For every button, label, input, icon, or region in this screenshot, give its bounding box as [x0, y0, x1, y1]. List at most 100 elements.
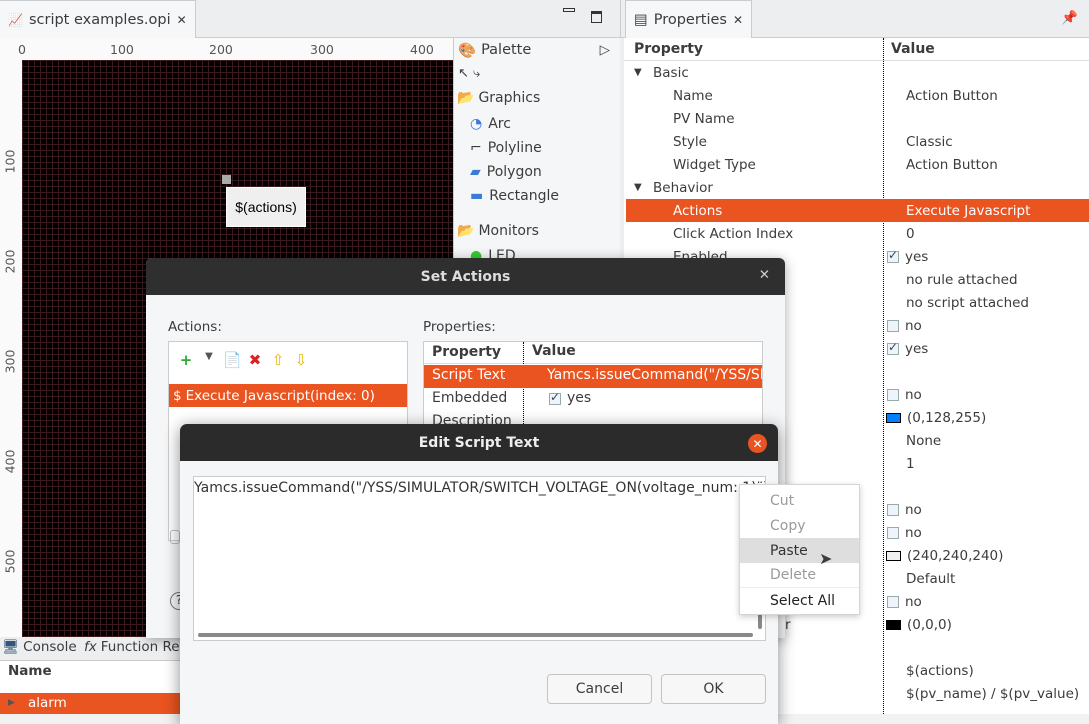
- palette-item-rectangle[interactable]: ▬ Rectangle: [470, 184, 559, 208]
- delete-icon[interactable]: ✖: [246, 351, 264, 369]
- property-value: no: [905, 386, 922, 403]
- add-icon[interactable]: +: [177, 351, 195, 369]
- palette-group-graphics[interactable]: 📂 Graphics: [457, 90, 540, 106]
- checkbox[interactable]: [887, 340, 899, 355]
- color-swatch: [886, 619, 901, 630]
- property-name: Behavior: [653, 179, 713, 196]
- expand-icon[interactable]: ▼: [634, 67, 642, 78]
- actions-label: Actions:: [168, 319, 222, 335]
- menu-cut[interactable]: Cut: [740, 488, 859, 513]
- tab-console[interactable]: 🖥 Console: [2, 639, 77, 655]
- property-value: Classic: [906, 133, 953, 150]
- property-value: yes: [905, 340, 929, 357]
- edit-script-titlebar: Edit Script Text: [180, 424, 778, 461]
- embedded-checkbox[interactable]: [549, 390, 561, 405]
- property-row[interactable]: Actions Execute Javascript: [626, 199, 1089, 222]
- property-name: PV Name: [673, 110, 735, 127]
- editor-tabbar: 📈 script examples.opi ✕: [0, 0, 620, 38]
- tab-function-reference[interactable]: fx Function Re: [84, 639, 180, 655]
- palette-item-polygon[interactable]: ▰ Polygon: [470, 160, 542, 184]
- property-row[interactable]: Click Action Index 0: [626, 222, 1089, 245]
- tree-row-alarm[interactable]: ▸ alarm: [0, 693, 200, 714]
- folder-icon: 📂: [457, 90, 475, 106]
- horizontal-scrollbar[interactable]: [198, 633, 753, 637]
- checkbox[interactable]: [887, 248, 899, 263]
- palette-item-polyline[interactable]: ⌐ Polyline: [470, 136, 542, 160]
- col-value: Value: [891, 41, 935, 57]
- move-down-icon[interactable]: ⇩: [292, 351, 310, 369]
- checkbox[interactable]: [887, 319, 899, 332]
- context-menu: Cut Copy Paste Delete Select All: [739, 484, 860, 615]
- property-value: no rule attached: [906, 271, 1018, 288]
- script-textarea[interactable]: Yamcs.issueCommand("/YSS/SIMULATOR/SWITC…: [193, 476, 766, 641]
- edit-script-dialog: Edit Script Text ✕ Yamcs.issueCommand("/…: [180, 424, 778, 724]
- property-row[interactable]: Widget Type Action Button: [626, 153, 1089, 176]
- properties-label: Properties:: [423, 319, 496, 335]
- row-script-text[interactable]: Script Text Yamcs.issueCommand("/YSS/SIM: [424, 365, 762, 388]
- property-value: (0,0,0): [907, 616, 952, 633]
- close-icon[interactable]: ✕: [177, 13, 187, 27]
- property-name: Actions: [673, 202, 723, 219]
- property-name: Name: [673, 87, 713, 104]
- menu-select-all[interactable]: Select All: [740, 588, 859, 613]
- close-icon[interactable]: ✕: [748, 434, 767, 453]
- property-value: Action Button: [906, 156, 998, 173]
- property-name: r: [785, 616, 791, 633]
- tab-title: script examples.opi: [28, 11, 171, 28]
- move-up-icon[interactable]: ⇧: [269, 351, 287, 369]
- properties-icon: ▤: [634, 11, 648, 28]
- opi-file-icon: 📈: [8, 12, 23, 27]
- property-row[interactable]: PV Name: [626, 107, 1089, 130]
- action-item[interactable]: $ Execute Javascript(index: 0): [169, 384, 407, 407]
- menu-paste[interactable]: Paste: [740, 538, 859, 563]
- property-value: Action Button: [906, 87, 998, 104]
- palette-group-monitors[interactable]: 📂 Monitors: [457, 223, 539, 239]
- property-row[interactable]: ▼ Behavior: [626, 176, 1089, 199]
- maximize-icon[interactable]: [591, 11, 602, 23]
- ok-button[interactable]: OK: [661, 674, 766, 704]
- palette-collapse-icon[interactable]: ▷: [600, 42, 610, 58]
- pin-icon[interactable]: 📌: [1061, 10, 1078, 26]
- property-row[interactable]: ▼ Basic: [626, 61, 1089, 84]
- checkbox[interactable]: [887, 503, 899, 516]
- property-row[interactable]: Style Classic: [626, 130, 1089, 153]
- palette: 🎨 Palette ▷ ↖ ⤷ 📂 Graphics ◔ Arc ⌐ Polyline …: [453, 38, 620, 278]
- tab-script-examples[interactable]: 📈 script examples.opi ✕: [0, 0, 196, 38]
- property-name: Style: [673, 133, 707, 150]
- chevron-down-icon[interactable]: ▼: [200, 351, 218, 369]
- property-value: None: [906, 432, 942, 449]
- tab-properties[interactable]: ▤ Properties ✕: [625, 0, 753, 38]
- color-swatch: [886, 550, 901, 561]
- menu-copy[interactable]: Copy: [740, 513, 859, 538]
- checkbox[interactable]: [887, 526, 899, 539]
- property-row[interactable]: Name Action Button: [626, 84, 1089, 107]
- close-icon[interactable]: ✕: [759, 267, 770, 283]
- property-value: no: [905, 317, 922, 334]
- property-value: yes: [905, 248, 929, 265]
- property-name: Click Action Index: [673, 225, 794, 242]
- palette-header: 🎨 Palette: [458, 42, 532, 59]
- menu-delete[interactable]: Delete: [740, 563, 859, 588]
- property-value: no: [905, 524, 922, 541]
- palette-item-arc[interactable]: ◔ Arc: [470, 112, 511, 136]
- expand-icon[interactable]: ▼: [634, 182, 642, 193]
- action-button-widget[interactable]: $(actions): [226, 187, 306, 227]
- cancel-button[interactable]: Cancel: [547, 674, 652, 704]
- property-value: (240,240,240): [907, 547, 1004, 564]
- set-actions-titlebar: Set Actions: [146, 258, 785, 295]
- color-swatch: [886, 412, 901, 423]
- minimize-icon[interactable]: [563, 8, 575, 12]
- property-value: Default: [906, 570, 956, 587]
- property-value: 1: [906, 455, 915, 472]
- checkbox[interactable]: [887, 388, 899, 401]
- widget-handle[interactable]: [222, 175, 231, 184]
- property-name: Widget Type: [673, 156, 756, 173]
- vertical-ruler: 100 200 300 400 500: [0, 60, 22, 637]
- script-icon: $: [173, 387, 182, 404]
- row-embedded[interactable]: Embedded yes: [424, 388, 762, 411]
- mouse-cursor-icon: ➤: [819, 549, 833, 568]
- copy-icon[interactable]: 📄: [223, 351, 242, 369]
- palette-icon: 🎨: [458, 43, 477, 59]
- checkbox[interactable]: [887, 595, 899, 608]
- selection-tool-icon[interactable]: ↖ ⤷: [458, 66, 480, 81]
